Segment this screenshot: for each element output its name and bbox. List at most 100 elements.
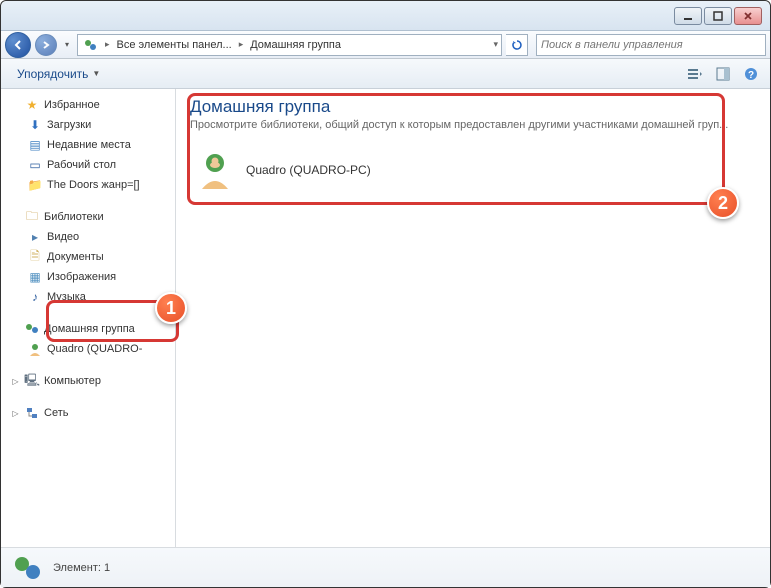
view-icon xyxy=(687,67,703,81)
sidebar-item-downloads[interactable]: ⬇ Загрузки xyxy=(1,115,175,135)
sidebar-item-desktop[interactable]: ▭ Рабочий стол xyxy=(1,155,175,175)
navigation-pane: ★ Избранное ⬇ Загрузки ▤ Недавние места … xyxy=(1,89,176,547)
sidebar-item-favorites[interactable]: ★ Избранное xyxy=(1,95,175,115)
navbar: ▾ ▸ Все элементы панел... ▸ Домашняя гру… xyxy=(1,31,770,59)
expand-icon xyxy=(11,101,20,110)
organize-label: Упорядочить xyxy=(17,67,88,81)
sidebar-item-label: Видео xyxy=(47,231,79,243)
sidebar-item-documents[interactable]: 🗎 Документы xyxy=(1,247,175,267)
sidebar-item-label: Документы xyxy=(47,251,104,263)
arrow-left-icon xyxy=(12,39,24,51)
sidebar-item-homegroup[interactable]: Домашняя группа xyxy=(1,319,175,339)
breadcrumb-icon[interactable] xyxy=(78,35,102,55)
statusbar: Элемент: 1 xyxy=(1,547,770,587)
sidebar-item-music[interactable]: ♪ Музыка xyxy=(1,287,175,307)
address-dropdown[interactable]: ▾ xyxy=(490,35,501,55)
sidebar-item-doors[interactable]: 📁 The Doors жанр=[] xyxy=(1,175,175,195)
breadcrumb-chevron[interactable]: ▸ xyxy=(102,35,113,55)
close-icon xyxy=(743,11,753,21)
sidebar-item-label: Загрузки xyxy=(47,119,91,131)
chevron-down-icon: ▼ xyxy=(92,69,100,78)
computer-group: ▷ 🖳 Компьютер xyxy=(1,371,175,391)
sidebar-item-video[interactable]: ▸ Видео xyxy=(1,227,175,247)
search-box[interactable] xyxy=(536,34,766,56)
folder-icon: 📁 xyxy=(27,177,43,193)
homegroup-member[interactable]: Quadro (QUADRO-PC) xyxy=(190,145,756,195)
titlebar xyxy=(1,1,770,31)
annotation-badge-2: 2 xyxy=(707,187,739,219)
libraries-icon: 🗀 xyxy=(24,209,40,225)
sidebar-item-label: Компьютер xyxy=(44,375,101,387)
refresh-button[interactable] xyxy=(506,34,528,56)
sidebar-item-label: Избранное xyxy=(44,99,100,111)
downloads-icon: ⬇ xyxy=(27,117,43,133)
libraries-group: 🗀 Библиотеки ▸ Видео 🗎 Документы ▦ Изобр… xyxy=(1,207,175,307)
breadcrumb-chevron[interactable]: ▸ xyxy=(236,35,247,55)
view-button[interactable] xyxy=(684,63,706,85)
recent-icon: ▤ xyxy=(27,137,43,153)
expand-icon: ▷ xyxy=(11,377,20,386)
desktop-icon: ▭ xyxy=(27,157,43,173)
close-button[interactable] xyxy=(734,7,762,25)
sidebar-item-recent[interactable]: ▤ Недавние места xyxy=(1,135,175,155)
back-button[interactable] xyxy=(5,32,31,58)
homegroup-icon xyxy=(24,321,40,337)
favorites-group: ★ Избранное ⬇ Загрузки ▤ Недавние места … xyxy=(1,95,175,195)
address-bar[interactable]: ▸ Все элементы панел... ▸ Домашняя групп… xyxy=(77,34,502,56)
expand-icon xyxy=(11,325,20,334)
status-text: Элемент: 1 xyxy=(53,562,110,574)
sidebar-item-images[interactable]: ▦ Изображения xyxy=(1,267,175,287)
expand-icon: ▷ xyxy=(11,409,20,418)
user-icon xyxy=(27,341,43,357)
homegroup-icon xyxy=(82,37,98,53)
help-icon: ? xyxy=(744,67,758,81)
sidebar-item-label: Quadro (QUADRO- xyxy=(47,343,142,355)
sidebar-item-label: Сеть xyxy=(44,407,68,419)
explorer-window: ▾ ▸ Все элементы панел... ▸ Домашняя гру… xyxy=(0,0,771,588)
network-icon xyxy=(24,405,40,421)
computer-icon: 🖳 xyxy=(24,373,40,389)
help-button[interactable]: ? xyxy=(740,63,762,85)
content-pane: Домашняя группа Просмотрите библиотеки, … xyxy=(176,89,770,547)
sidebar-item-network[interactable]: ▷ Сеть xyxy=(1,403,175,423)
sidebar-item-label: Недавние места xyxy=(47,139,131,151)
sidebar-item-computer[interactable]: ▷ 🖳 Компьютер xyxy=(1,371,175,391)
minimize-button[interactable] xyxy=(674,7,702,25)
toolbar: Упорядочить ▼ ? xyxy=(1,59,770,89)
preview-icon xyxy=(716,67,730,81)
sidebar-item-label: Библиотеки xyxy=(44,211,104,223)
sidebar-item-quadro[interactable]: Quadro (QUADRO- xyxy=(1,339,175,359)
toolbar-right: ? xyxy=(684,63,762,85)
homegroup-nav: Домашняя группа Quadro (QUADRO- xyxy=(1,319,175,359)
expand-icon xyxy=(11,213,20,222)
breadcrumb-segment[interactable]: Все элементы панел... xyxy=(113,35,236,55)
status-icon xyxy=(11,552,43,584)
arrow-right-icon xyxy=(41,40,51,50)
refresh-icon xyxy=(511,39,523,51)
member-name: Quadro (QUADRO-PC) xyxy=(246,163,371,177)
network-group: ▷ Сеть xyxy=(1,403,175,423)
images-icon: ▦ xyxy=(27,269,43,285)
body: ★ Избранное ⬇ Загрузки ▤ Недавние места … xyxy=(1,89,770,547)
sidebar-item-libraries[interactable]: 🗀 Библиотеки xyxy=(1,207,175,227)
user-avatar-icon xyxy=(194,149,236,191)
homegroup-large-icon xyxy=(11,552,43,584)
page-title: Домашняя группа xyxy=(190,97,756,117)
sidebar-item-label: Изображения xyxy=(47,271,116,283)
preview-pane-button[interactable] xyxy=(712,63,734,85)
organize-button[interactable]: Упорядочить ▼ xyxy=(9,63,108,85)
forward-button[interactable] xyxy=(35,34,57,56)
star-icon: ★ xyxy=(24,97,40,113)
page-description: Просмотрите библиотеки, общий доступ к к… xyxy=(190,119,756,131)
music-icon: ♪ xyxy=(27,289,43,305)
history-dropdown[interactable]: ▾ xyxy=(61,35,73,55)
documents-icon: 🗎 xyxy=(27,249,43,265)
sidebar-item-label: Музыка xyxy=(47,291,86,303)
maximize-button[interactable] xyxy=(704,7,732,25)
svg-text:?: ? xyxy=(748,70,754,81)
annotation-badge-1: 1 xyxy=(155,292,187,324)
breadcrumb-segment[interactable]: Домашняя группа xyxy=(246,35,345,55)
sidebar-item-label: Рабочий стол xyxy=(47,159,116,171)
search-input[interactable] xyxy=(541,39,761,51)
maximize-icon xyxy=(713,11,723,21)
